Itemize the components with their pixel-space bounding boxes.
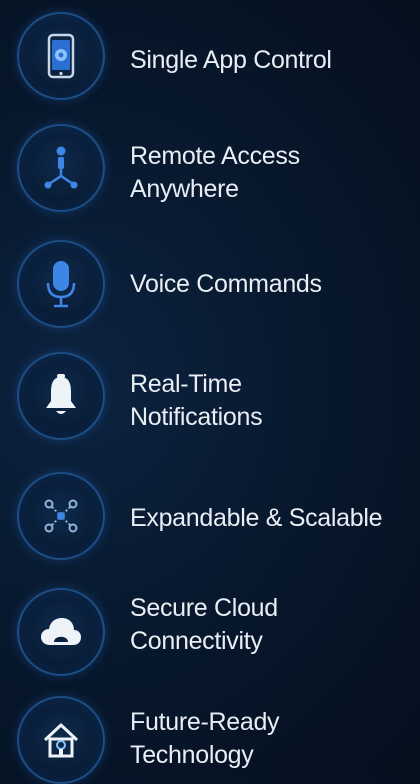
feature-label: Voice Commands bbox=[130, 270, 322, 298]
feature-label: Future-Ready Technology bbox=[130, 708, 280, 769]
icon-circle bbox=[17, 240, 105, 328]
feature-label: Single App Control bbox=[130, 46, 332, 74]
icon-circle bbox=[17, 696, 105, 784]
feature-list: Single App Control Remote Access Anywher… bbox=[0, 0, 420, 784]
smart-home-icon bbox=[43, 723, 79, 758]
feature-item-future-ready: Future-Ready Technology bbox=[0, 672, 420, 784]
remote-network-icon bbox=[44, 146, 78, 189]
feature-item-voice-commands: Voice Commands bbox=[0, 222, 420, 334]
icon-circle bbox=[17, 12, 105, 100]
feature-label: Secure Cloud Connectivity bbox=[130, 594, 278, 655]
icon-circle bbox=[17, 472, 105, 560]
feature-item-single-app-control: Single App Control bbox=[0, 0, 420, 112]
feature-item-remote-access: Remote Access Anywhere bbox=[0, 110, 420, 222]
feature-label: Expandable & Scalable bbox=[130, 504, 383, 532]
cloud-icon bbox=[41, 618, 81, 645]
icon-circle bbox=[17, 352, 105, 440]
icon-circle bbox=[17, 124, 105, 212]
feature-label: Real-Time Notifications bbox=[130, 370, 263, 431]
expand-nodes-icon bbox=[44, 499, 78, 533]
feature-label: Remote Access Anywhere bbox=[130, 142, 300, 203]
bell-icon bbox=[46, 374, 76, 414]
feature-item-expandable-scalable: Expandable & Scalable bbox=[0, 448, 420, 560]
feature-item-secure-cloud: Secure Cloud Connectivity bbox=[0, 560, 420, 676]
microphone-icon bbox=[46, 261, 76, 308]
feature-item-real-time-notifications: Real-Time Notifications bbox=[0, 336, 420, 448]
smartphone-app-icon bbox=[47, 33, 75, 79]
icon-circle bbox=[17, 588, 105, 676]
